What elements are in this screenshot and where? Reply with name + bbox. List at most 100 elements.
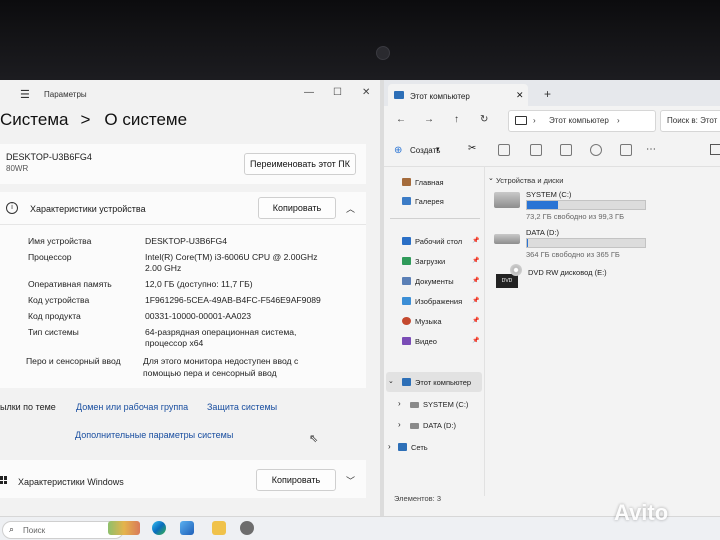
copy-windows-specs-button[interactable]: Копировать xyxy=(256,469,336,491)
file-explorer-icon[interactable] xyxy=(212,521,226,535)
explorer-tabbar: Этот компьютер ✕ + xyxy=(384,80,720,106)
address-bar[interactable]: › Этот компьютер › xyxy=(508,110,656,132)
nav-label: Изображения xyxy=(415,297,463,306)
copy-icon[interactable] xyxy=(498,144,510,156)
windows-specs-card[interactable]: Характеристики Windows Копировать ﹀ xyxy=(0,460,366,498)
images-icon xyxy=(402,297,411,305)
chevron-up-icon[interactable]: ︿ xyxy=(346,202,355,215)
drive-usage-bar xyxy=(526,200,646,210)
nav-label: Этот компьютер xyxy=(415,378,472,387)
menu-icon[interactable]: ☰ xyxy=(20,88,30,101)
drive-free-text: 73,2 ГБ свободно из 99,3 ГБ xyxy=(526,212,625,221)
cut-icon[interactable]: ✂ xyxy=(468,143,478,154)
tab-this-pc[interactable]: Этот компьютер ✕ xyxy=(388,84,528,106)
pin-icon[interactable]: 📌 xyxy=(472,257,479,264)
chevron-down-icon[interactable]: ⌄ xyxy=(388,377,394,385)
watermark-logo: Avito xyxy=(614,500,669,525)
store-icon[interactable] xyxy=(180,521,194,535)
nav-home[interactable]: Главная xyxy=(402,178,444,187)
nav-label: Сеть xyxy=(411,443,428,452)
close-icon[interactable]: ✕ xyxy=(362,87,370,98)
drive-name: SYSTEM (C:) xyxy=(526,190,572,199)
nav-data-drive[interactable]: DATA (D:) xyxy=(410,421,456,430)
rename-icon[interactable] xyxy=(560,144,572,156)
chevron-right-icon[interactable]: › xyxy=(398,399,401,408)
nav-label: DATA (D:) xyxy=(423,421,457,430)
settings-window-title: Параметры xyxy=(44,90,87,99)
edge-icon[interactable] xyxy=(152,521,166,535)
device-specs-card: i Характеристики устройства Копировать ︿… xyxy=(0,192,366,388)
pin-icon[interactable]: 📌 xyxy=(472,317,479,324)
spec-value: 1F961296-5CEA-49AB-B4FC-F546E9AF9089 xyxy=(145,295,321,305)
chevron-right-icon[interactable]: › xyxy=(388,442,391,451)
spec-value: Intel(R) Core(TM) i3-6006U CPU @ 2.00GHz xyxy=(145,252,318,262)
spec-value: 12,0 ГБ (доступно: 11,7 ГБ) xyxy=(145,279,253,289)
pin-icon[interactable]: 📌 xyxy=(472,297,479,304)
tab-title: Этот компьютер xyxy=(410,92,470,101)
nav-music[interactable]: Музыка xyxy=(402,317,442,326)
back-icon[interactable]: ← xyxy=(396,114,406,125)
nav-network[interactable]: Сеть xyxy=(398,443,428,452)
spec-label: Код продукта xyxy=(28,311,81,321)
spec-value: 64-разрядная операционная система, xyxy=(145,327,297,337)
more-icon[interactable]: ⋯ xyxy=(646,144,656,155)
spec-label: Процессор xyxy=(28,252,72,262)
chevron-down-icon[interactable]: ▾ xyxy=(436,145,440,153)
rename-pc-button[interactable]: Переименовать этот ПК xyxy=(244,153,356,175)
settings-titlebar: ☰ Параметры — ☐ ✕ xyxy=(0,80,380,106)
nav-video[interactable]: Видео xyxy=(402,337,437,346)
details-pane-icon[interactable] xyxy=(710,144,720,155)
nav-downloads[interactable]: Загрузки xyxy=(402,257,445,266)
taskbar: ⌕ Поиск xyxy=(0,516,720,540)
paste-icon[interactable] xyxy=(530,144,542,156)
chevron-down-icon[interactable]: ⌄ xyxy=(488,174,494,182)
windows-logo-icon xyxy=(0,476,8,484)
address-text: Этот компьютер xyxy=(549,116,609,125)
nav-this-pc[interactable]: Этот компьютер xyxy=(402,378,471,387)
copy-device-specs-button[interactable]: Копировать xyxy=(258,197,336,219)
settings-gear-icon[interactable] xyxy=(240,521,254,535)
network-icon xyxy=(398,443,407,451)
nav-label: Документы xyxy=(415,277,454,286)
breadcrumb-chevron-icon: › xyxy=(533,116,536,125)
nav-gallery[interactable]: Галерея xyxy=(402,197,444,206)
pin-icon[interactable]: 📌 xyxy=(472,237,479,244)
advanced-settings-link[interactable]: Дополнительные параметры системы xyxy=(75,430,233,440)
up-icon[interactable]: ↑ xyxy=(454,114,459,125)
spec-label: Имя устройства xyxy=(28,236,92,246)
forward-icon[interactable]: → xyxy=(424,114,434,125)
breadcrumb-system[interactable]: Система xyxy=(0,110,68,129)
share-icon[interactable] xyxy=(590,144,602,156)
documents-icon xyxy=(402,277,411,285)
pin-icon[interactable]: 📌 xyxy=(472,337,479,344)
domain-link[interactable]: Домен или рабочая группа xyxy=(76,402,188,412)
taskbar-search-input[interactable]: ⌕ Поиск xyxy=(2,521,124,539)
new-tab-icon[interactable]: + xyxy=(544,87,551,101)
disc-icon xyxy=(510,264,522,276)
minimize-icon[interactable]: — xyxy=(304,87,314,98)
delete-icon[interactable] xyxy=(620,144,632,156)
pc-model: 80WR xyxy=(6,164,29,173)
nav-label: Главная xyxy=(415,178,444,187)
widgets-icon[interactable] xyxy=(108,521,140,535)
monitor-icon xyxy=(515,116,527,125)
video-icon xyxy=(402,337,411,345)
spec-value: 00331-10000-00001-AA023 xyxy=(145,311,252,321)
maximize-icon[interactable]: ☐ xyxy=(333,87,342,98)
spec-value: Для этого монитора недоступен ввод с xyxy=(143,356,299,366)
nav-desktop[interactable]: Рабочий стол xyxy=(402,237,462,246)
nav-documents[interactable]: Документы xyxy=(402,277,454,286)
refresh-icon[interactable]: ↻ xyxy=(480,114,488,125)
system-protection-link[interactable]: Защита системы xyxy=(207,402,277,412)
tab-close-icon[interactable]: ✕ xyxy=(516,90,524,101)
nav-system-drive[interactable]: SYSTEM (C:) xyxy=(410,400,468,409)
nav-label: Загрузки xyxy=(415,257,446,266)
nav-label: Галерея xyxy=(415,197,444,206)
device-specs-header[interactable]: i Характеристики устройства Копировать ︿ xyxy=(0,192,366,225)
chevron-down-icon[interactable]: ﹀ xyxy=(346,474,355,487)
chevron-right-icon[interactable]: › xyxy=(398,420,401,429)
explorer-search-input[interactable]: Поиск в: Этот xyxy=(660,110,720,132)
pin-icon[interactable]: 📌 xyxy=(472,277,479,284)
nav-label: Музыка xyxy=(415,317,442,326)
nav-images[interactable]: Изображения xyxy=(402,297,462,306)
